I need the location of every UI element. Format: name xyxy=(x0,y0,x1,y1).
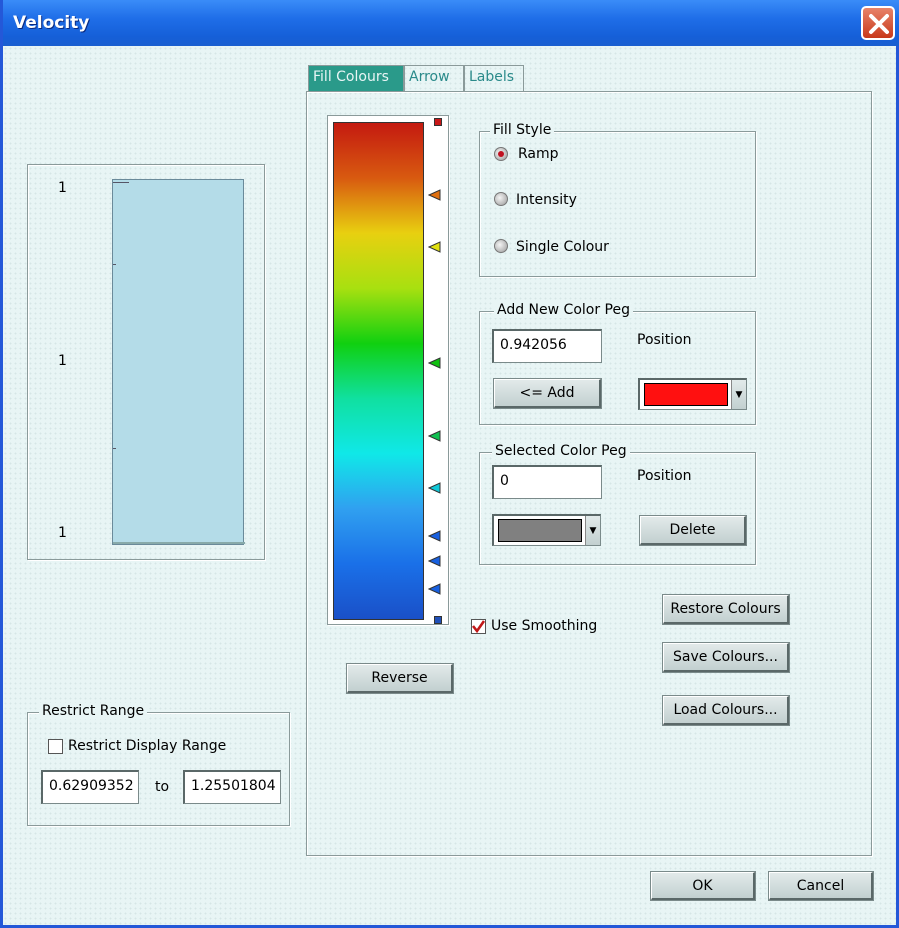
colour-peg-end[interactable] xyxy=(434,616,442,624)
cancel-button[interactable]: Cancel xyxy=(769,872,873,900)
selected-peg-group: Selected Color Peg 0 Position ▼ Delete xyxy=(479,443,756,565)
selected-peg-colour-dropdown[interactable]: ▼ xyxy=(492,514,601,546)
restrict-display-range-checkbox[interactable] xyxy=(48,739,63,754)
window-title: Velocity xyxy=(13,13,90,33)
colour-peg-marker[interactable] xyxy=(428,189,442,201)
add-peg-legend: Add New Color Peg xyxy=(494,302,633,318)
colour-peg-marker[interactable] xyxy=(428,356,442,369)
checkmark-icon xyxy=(471,620,486,634)
close-button[interactable] xyxy=(861,6,895,40)
selected-peg-position-field[interactable]: 0 xyxy=(492,465,602,499)
restore-colours-button[interactable]: Restore Colours xyxy=(663,595,789,624)
fill-style-legend: Fill Style xyxy=(490,122,555,138)
use-smoothing-label: Use Smoothing xyxy=(491,618,598,634)
colour-peg-marker[interactable] xyxy=(428,530,442,543)
restrict-range-legend: Restrict Range xyxy=(39,703,148,719)
range-to-label: to xyxy=(155,779,170,795)
dropdown-arrow-icon: ▼ xyxy=(585,516,600,545)
intensity-radio-label: Intensity xyxy=(516,192,577,208)
single-colour-radio[interactable] xyxy=(494,239,508,253)
preview-tick xyxy=(113,182,129,183)
ramp-radio[interactable] xyxy=(494,147,508,161)
add-peg-button[interactable]: <= Add xyxy=(494,379,601,408)
intensity-radio[interactable] xyxy=(494,192,508,206)
dropdown-arrow-icon: ▼ xyxy=(731,380,746,409)
tab-fill-colours[interactable]: Fill Colours xyxy=(308,65,404,92)
delete-peg-button[interactable]: Delete xyxy=(640,516,746,545)
load-colours-button[interactable]: Load Colours... xyxy=(663,696,789,725)
add-peg-position-label: Position xyxy=(637,332,692,348)
colour-peg-marker[interactable] xyxy=(428,482,442,494)
preview-middle-label: 1 xyxy=(58,353,67,369)
add-peg-colour-swatch xyxy=(644,383,728,406)
colour-peg-marker[interactable] xyxy=(428,429,442,442)
colour-ramp-panel xyxy=(327,115,449,625)
restrict-range-group: Restrict Range Restrict Display Range 0.… xyxy=(27,703,290,826)
velocity-dialog: Velocity 1 1 1 Restrict Range Restrict D… xyxy=(0,0,899,928)
ok-button[interactable]: OK xyxy=(651,872,755,900)
colour-peg-marker[interactable] xyxy=(428,582,442,595)
selected-peg-colour-swatch xyxy=(498,519,582,542)
colour-peg-track[interactable] xyxy=(424,116,450,626)
use-smoothing-checkbox[interactable] xyxy=(471,619,486,634)
add-peg-group: Add New Color Peg 0.942056 Position <= A… xyxy=(479,302,756,425)
selected-peg-legend: Selected Color Peg xyxy=(492,443,630,459)
tab-labels[interactable]: Labels xyxy=(464,65,524,91)
range-min-field[interactable]: 0.62909352 xyxy=(41,770,139,804)
selected-peg-position-label: Position xyxy=(637,468,692,484)
fill-colours-page: Fill Style Ramp Intensity Single Colour … xyxy=(306,91,872,856)
preview-bottom-label: 1 xyxy=(58,525,67,541)
colour-peg-marker[interactable] xyxy=(428,241,442,254)
colour-ramp-gradient[interactable] xyxy=(333,122,424,620)
fill-style-group: Fill Style Ramp Intensity Single Colour xyxy=(479,122,756,277)
title-bar[interactable]: Velocity xyxy=(3,0,899,46)
preview-baseline xyxy=(113,542,245,544)
add-peg-position-field[interactable]: 0.942056 xyxy=(492,329,602,363)
tab-arrow[interactable]: Arrow xyxy=(404,65,464,91)
preview-panel: 1 1 1 xyxy=(27,164,265,560)
preview-tick xyxy=(113,448,116,449)
restrict-display-range-label: Restrict Display Range xyxy=(68,738,227,754)
ramp-radio-label: Ramp xyxy=(518,146,559,162)
add-peg-colour-dropdown[interactable]: ▼ xyxy=(638,378,747,410)
save-colours-button[interactable]: Save Colours... xyxy=(663,643,789,672)
close-icon xyxy=(869,14,889,34)
single-colour-radio-label: Single Colour xyxy=(516,239,609,255)
range-max-field[interactable]: 1.25501804 xyxy=(183,770,281,804)
dialog-client-area: 1 1 1 Restrict Range Restrict Display Ra… xyxy=(3,46,896,925)
preview-top-label: 1 xyxy=(58,180,67,196)
colour-peg-end[interactable] xyxy=(434,118,442,126)
preview-tick xyxy=(113,264,116,265)
colour-peg-marker[interactable] xyxy=(428,555,442,568)
preview-colour-bar xyxy=(112,179,245,545)
reverse-button[interactable]: Reverse xyxy=(347,664,453,693)
